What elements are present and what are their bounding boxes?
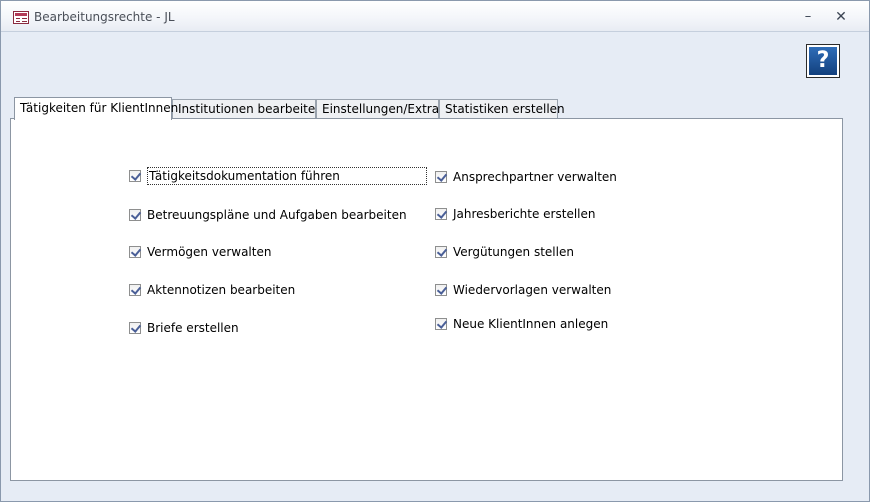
checkbox-neue-klientinnen[interactable]: Neue KlientInnen anlegen	[435, 315, 608, 333]
checkbox-box[interactable]	[435, 246, 447, 258]
checkbox-label: Jahresberichte erstellen	[453, 207, 596, 221]
checkbox-label: Vergütungen stellen	[453, 245, 574, 259]
checkbox-verguetungen[interactable]: Vergütungen stellen	[435, 243, 574, 261]
checkbox-ansprechpartner[interactable]: Ansprechpartner verwalten	[435, 168, 617, 186]
checkbox-wiedervorlagen[interactable]: Wiedervorlagen verwalten	[435, 281, 611, 299]
checkbox-label: Vermögen verwalten	[147, 245, 272, 259]
checkbox-box[interactable]	[129, 246, 141, 258]
checkbox-aktennotizen[interactable]: Aktennotizen bearbeiten	[129, 281, 295, 299]
tab-taetigkeiten[interactable]: Tätigkeiten für KlientInnen	[14, 97, 178, 120]
checkbox-label: Tätigkeitsdokumentation führen	[147, 167, 427, 185]
checkbox-box[interactable]	[129, 322, 141, 334]
help-button[interactable]: ?	[806, 44, 840, 78]
checkbox-vermoegen[interactable]: Vermögen verwalten	[129, 243, 271, 261]
tab-statistiken[interactable]: Statistiken erstellen	[439, 99, 565, 119]
tab-institutionen[interactable]: Institutionen bearbeiten	[172, 99, 323, 119]
checkbox-label: Betreuungspläne und Aufgaben bearbeiten	[147, 208, 407, 222]
checkbox-label: Wiedervorlagen verwalten	[453, 283, 612, 297]
checkbox-label: Aktennotizen bearbeiten	[147, 283, 296, 297]
client-area: ? Tätigkeiten für KlientInnen Institutio…	[10, 33, 860, 491]
help-icon: ?	[809, 47, 837, 75]
tab-einstellungen[interactable]: Einstellungen/Extras	[316, 99, 445, 119]
checkbox-box[interactable]	[435, 208, 447, 220]
window-title: Bearbeitungsrechte - JL	[34, 10, 175, 24]
form-icon	[13, 11, 29, 24]
close-button[interactable]: ✕	[830, 8, 852, 26]
checkbox-box[interactable]	[129, 170, 141, 182]
checkbox-box[interactable]	[129, 209, 141, 221]
checkbox-box[interactable]	[435, 171, 447, 183]
title-bar[interactable]: Bearbeitungsrechte - JL – ✕	[1, 1, 869, 32]
checkbox-label: Briefe erstellen	[147, 321, 239, 335]
checkbox-taetigkeitsdokumentation[interactable]: Tätigkeitsdokumentation führen	[129, 167, 427, 185]
checkbox-briefe[interactable]: Briefe erstellen	[129, 319, 239, 337]
checkbox-box[interactable]	[129, 284, 141, 296]
dialog-window: Bearbeitungsrechte - JL – ✕ ? Tätigkeite…	[0, 0, 870, 502]
checkbox-label: Ansprechpartner verwalten	[453, 170, 617, 184]
checkbox-box[interactable]	[435, 318, 447, 330]
checkbox-label: Neue KlientInnen anlegen	[453, 317, 609, 331]
checkbox-jahresberichte[interactable]: Jahresberichte erstellen	[435, 205, 596, 223]
checkbox-box[interactable]	[435, 284, 447, 296]
minimize-button[interactable]: –	[797, 8, 819, 26]
checkbox-betreuungsplaene[interactable]: Betreuungspläne und Aufgaben bearbeiten	[129, 206, 407, 224]
tab-panel-taetigkeiten: Tätigkeitsdokumentation führen Betreuung…	[10, 118, 843, 481]
